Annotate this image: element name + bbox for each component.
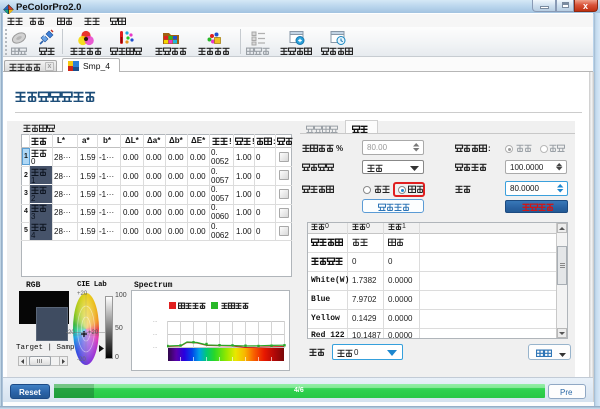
svg-text:Smp_4: Smp_4 — [83, 61, 110, 71]
